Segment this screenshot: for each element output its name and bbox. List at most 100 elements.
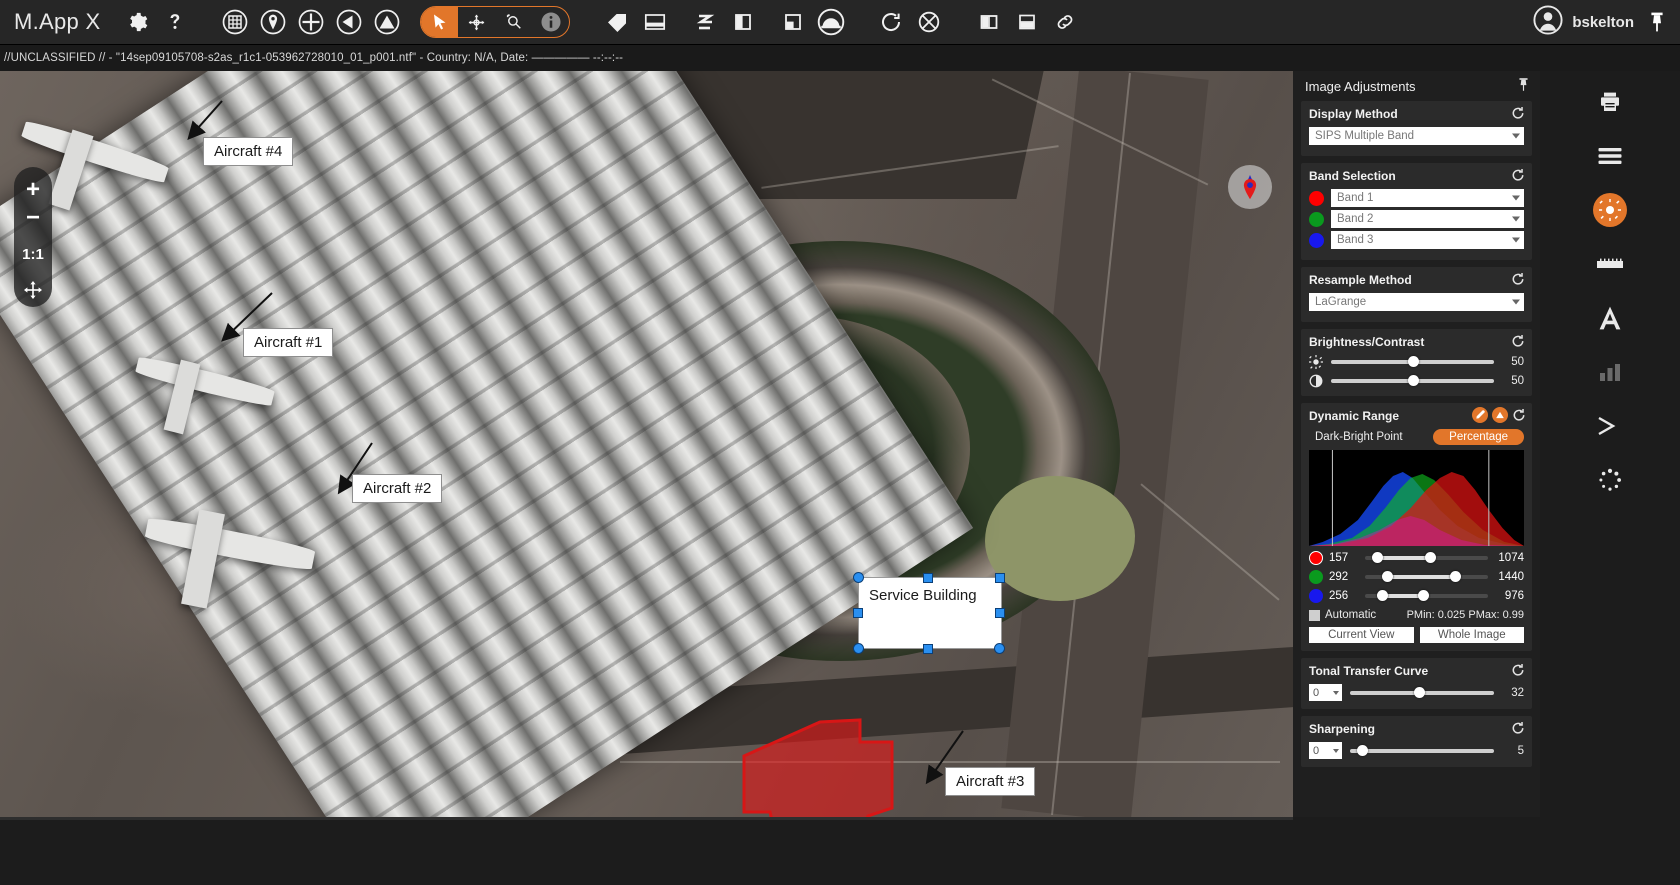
- channel-color-dot-blue: [1309, 589, 1323, 603]
- scale-reset-button[interactable]: 1:1: [14, 239, 52, 269]
- layers-icon[interactable]: [1593, 139, 1627, 173]
- display-method-reset-icon[interactable]: [1511, 106, 1525, 120]
- callout-aircraft-2[interactable]: Aircraft #2: [352, 474, 443, 503]
- user-menu[interactable]: bskelton: [1533, 5, 1634, 39]
- info-tool[interactable]: [532, 7, 569, 37]
- sharpening-value: 5: [1517, 744, 1524, 757]
- contrast-value: 50: [1511, 375, 1524, 387]
- add-icon[interactable]: [292, 0, 330, 45]
- green-max-value: 1440: [1498, 571, 1524, 583]
- zoom-region-tool[interactable]: [495, 7, 532, 37]
- callout-aircraft-3[interactable]: Aircraft #3: [945, 767, 1036, 796]
- section-tonal-transfer-curve: Tonal Transfer Curve 0 32: [1301, 658, 1532, 709]
- split-panel-icon[interactable]: [724, 0, 762, 45]
- blue-range-slider[interactable]: [1365, 590, 1488, 602]
- band-2-dropdown[interactable]: Band 2: [1331, 210, 1524, 228]
- inset-window-icon[interactable]: [774, 0, 812, 45]
- link-icon[interactable]: [1046, 0, 1084, 45]
- section-display-method: Display Method SIPS Multiple Band: [1301, 101, 1532, 156]
- sharpening-reset-icon[interactable]: [1511, 721, 1525, 735]
- grid-icon[interactable]: [216, 0, 254, 45]
- whole-image-button[interactable]: Whole Image: [1419, 627, 1524, 643]
- callout-aircraft-1[interactable]: Aircraft #1: [243, 328, 334, 357]
- callout-aircraft-4[interactable]: Aircraft #4: [203, 137, 294, 166]
- tonal-transfer-curve-select[interactable]: 0: [1309, 684, 1342, 701]
- rgb-histogram[interactable]: [1309, 450, 1524, 546]
- brightness-contrast-reset-icon[interactable]: [1511, 334, 1525, 348]
- handle-bottom-center[interactable]: [923, 644, 933, 654]
- pan-tool[interactable]: [458, 7, 495, 37]
- two-column-icon[interactable]: [970, 0, 1008, 45]
- sharpening-select[interactable]: 0: [1309, 742, 1342, 759]
- map-viewport[interactable]: Aircraft #4 Aircraft #1 Aircraft #2 Airc…: [0, 71, 1293, 817]
- handle-middle-left[interactable]: [853, 608, 863, 618]
- location-marker[interactable]: [1228, 165, 1272, 209]
- handle-middle-right[interactable]: [995, 608, 1005, 618]
- brightness-value: 50: [1511, 356, 1524, 368]
- cut-icon[interactable]: [1593, 409, 1627, 443]
- contrast-slider[interactable]: [1331, 374, 1494, 388]
- refresh-icon[interactable]: [872, 0, 910, 45]
- display-method-title: Display Method: [1309, 107, 1398, 121]
- brightness-row: 50: [1309, 355, 1524, 369]
- channel-row-red: 157 1074: [1309, 551, 1524, 565]
- green-range-slider[interactable]: [1365, 571, 1488, 583]
- tonal-transfer-curve-select-value: 0: [1313, 686, 1320, 699]
- zoom-out-button[interactable]: −: [14, 203, 52, 233]
- section-brightness-contrast: Brightness/Contrast 50 50: [1301, 329, 1532, 396]
- chart-icon[interactable]: [1593, 355, 1627, 389]
- swipe-icon[interactable]: [686, 0, 724, 45]
- measure-ruler-icon[interactable]: [1593, 247, 1627, 281]
- pan-move-icon[interactable]: [14, 275, 52, 305]
- band-selection-reset-icon[interactable]: [1511, 168, 1525, 182]
- tag-icon[interactable]: [598, 0, 636, 45]
- brightness-slider[interactable]: [1331, 355, 1494, 369]
- select-arrow-tool[interactable]: [421, 7, 459, 37]
- text-annotation-icon: [1593, 301, 1627, 335]
- location-pin-icon[interactable]: [254, 0, 292, 45]
- handle-bottom-right[interactable]: [994, 643, 1005, 654]
- panel-pin-icon[interactable]: [1517, 77, 1530, 96]
- terrain-icon[interactable]: [368, 0, 406, 45]
- tonal-transfer-curve-slider[interactable]: [1350, 686, 1494, 700]
- hardhat-icon[interactable]: [812, 0, 850, 45]
- channel-row-green: 292 1440: [1309, 570, 1524, 584]
- tonal-transfer-curve-reset-icon[interactable]: [1511, 663, 1525, 677]
- display-method-dropdown[interactable]: SIPS Multiple Band: [1309, 127, 1524, 145]
- handle-bottom-left[interactable]: [853, 643, 864, 654]
- range-scope-buttons: Current View Whole Image: [1309, 627, 1524, 643]
- band-2-value: Band 2: [1337, 213, 1374, 225]
- automatic-checkbox[interactable]: [1309, 609, 1320, 621]
- window-icon[interactable]: [636, 0, 674, 45]
- stacked-layout-icon[interactable]: [1008, 0, 1046, 45]
- resample-method-dropdown[interactable]: LaGrange: [1309, 293, 1524, 311]
- eyedropper-icon[interactable]: [1472, 407, 1488, 423]
- callout-service-building[interactable]: Service Building: [858, 577, 1002, 649]
- processing-icon[interactable]: [1593, 463, 1627, 497]
- band-3-dropdown[interactable]: Band 3: [1331, 231, 1524, 249]
- play-back-icon[interactable]: [330, 0, 368, 45]
- zoom-in-button[interactable]: +: [14, 175, 52, 205]
- band-row-2: Band 2: [1309, 210, 1524, 228]
- chevron-down-icon: [1512, 195, 1520, 201]
- pin-icon[interactable]: [1634, 0, 1680, 45]
- handle-top-left[interactable]: [853, 572, 864, 583]
- image-adjustments-icon[interactable]: [1593, 193, 1627, 227]
- settings-icon[interactable]: [118, 0, 156, 45]
- current-view-button[interactable]: Current View: [1309, 627, 1414, 643]
- red-range-slider[interactable]: [1365, 552, 1488, 564]
- cancel-icon[interactable]: [910, 0, 948, 45]
- handle-top-center[interactable]: [923, 573, 933, 583]
- hill-icon[interactable]: [1492, 407, 1508, 423]
- resample-method-reset-icon[interactable]: [1511, 272, 1525, 286]
- help-icon[interactable]: [156, 0, 194, 45]
- sharpening-slider[interactable]: [1350, 744, 1494, 758]
- automatic-row: Automatic PMin: 0.025 PMax: 0.99: [1309, 609, 1524, 621]
- dynamic-range-header-icons: [1472, 407, 1526, 423]
- print-icon[interactable]: [1593, 85, 1627, 119]
- percentage-toggle-button[interactable]: Percentage: [1433, 429, 1524, 445]
- handle-top-right[interactable]: [995, 573, 1005, 583]
- dynamic-range-reset-icon[interactable]: [1512, 408, 1526, 422]
- selected-polygon[interactable]: [740, 716, 898, 817]
- band-1-dropdown[interactable]: Band 1: [1331, 189, 1524, 207]
